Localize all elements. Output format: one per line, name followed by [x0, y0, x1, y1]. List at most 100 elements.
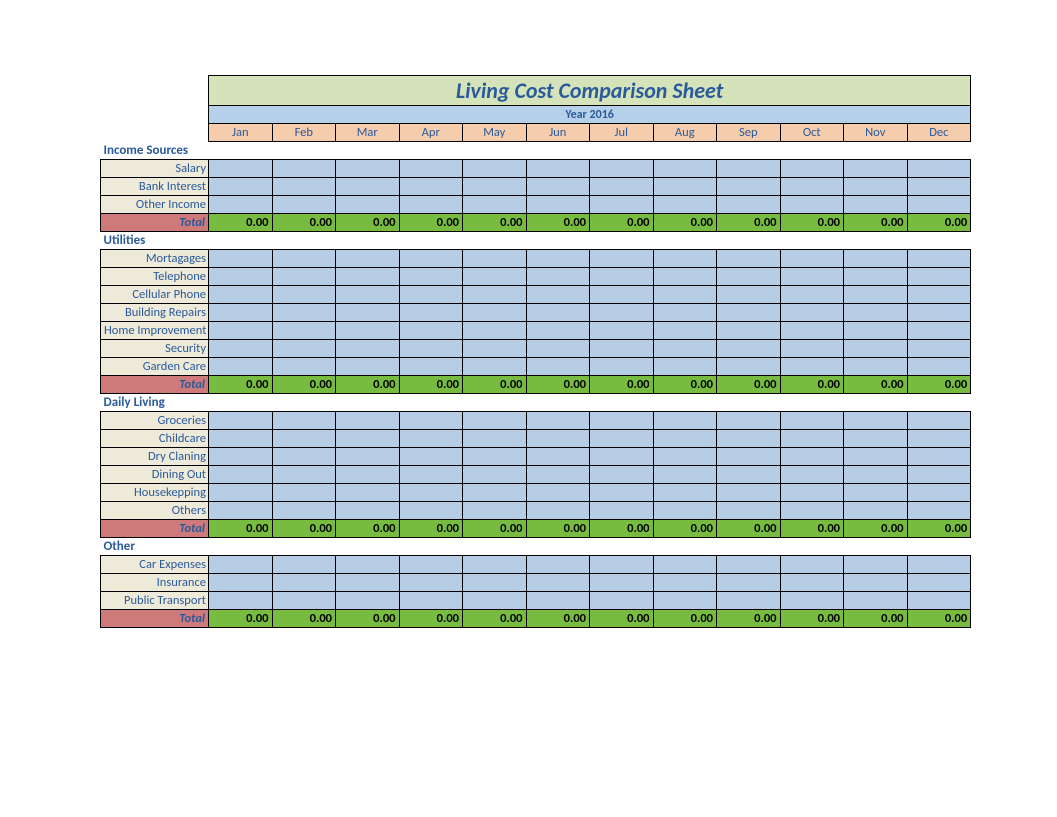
data-cell[interactable] [272, 286, 336, 304]
data-cell[interactable] [590, 196, 654, 214]
data-cell[interactable] [590, 250, 654, 268]
data-cell[interactable] [844, 466, 908, 484]
data-cell[interactable] [590, 448, 654, 466]
data-cell[interactable] [717, 484, 781, 502]
data-cell[interactable] [907, 430, 971, 448]
data-cell[interactable] [717, 430, 781, 448]
data-cell[interactable] [907, 574, 971, 592]
data-cell[interactable] [209, 196, 273, 214]
data-cell[interactable] [399, 268, 463, 286]
data-cell[interactable] [844, 160, 908, 178]
data-cell[interactable] [717, 412, 781, 430]
data-cell[interactable] [653, 196, 717, 214]
data-cell[interactable] [717, 250, 781, 268]
data-cell[interactable] [844, 196, 908, 214]
data-cell[interactable] [209, 466, 273, 484]
data-cell[interactable] [780, 268, 844, 286]
data-cell[interactable] [717, 358, 781, 376]
data-cell[interactable] [209, 160, 273, 178]
data-cell[interactable] [653, 286, 717, 304]
data-cell[interactable] [272, 448, 336, 466]
data-cell[interactable] [336, 556, 400, 574]
data-cell[interactable] [463, 340, 527, 358]
data-cell[interactable] [844, 448, 908, 466]
data-cell[interactable] [653, 340, 717, 358]
data-cell[interactable] [844, 304, 908, 322]
data-cell[interactable] [209, 448, 273, 466]
data-cell[interactable] [907, 322, 971, 340]
data-cell[interactable] [780, 556, 844, 574]
data-cell[interactable] [907, 268, 971, 286]
data-cell[interactable] [844, 268, 908, 286]
data-cell[interactable] [272, 358, 336, 376]
data-cell[interactable] [590, 502, 654, 520]
data-cell[interactable] [526, 178, 590, 196]
data-cell[interactable] [907, 592, 971, 610]
data-cell[interactable] [336, 178, 400, 196]
data-cell[interactable] [526, 304, 590, 322]
data-cell[interactable] [209, 556, 273, 574]
data-cell[interactable] [336, 250, 400, 268]
data-cell[interactable] [336, 574, 400, 592]
data-cell[interactable] [717, 466, 781, 484]
data-cell[interactable] [590, 178, 654, 196]
data-cell[interactable] [526, 430, 590, 448]
data-cell[interactable] [272, 268, 336, 286]
data-cell[interactable] [717, 448, 781, 466]
data-cell[interactable] [844, 592, 908, 610]
data-cell[interactable] [526, 412, 590, 430]
data-cell[interactable] [399, 340, 463, 358]
data-cell[interactable] [590, 484, 654, 502]
data-cell[interactable] [653, 466, 717, 484]
data-cell[interactable] [209, 268, 273, 286]
data-cell[interactable] [526, 358, 590, 376]
data-cell[interactable] [590, 340, 654, 358]
data-cell[interactable] [272, 502, 336, 520]
data-cell[interactable] [526, 250, 590, 268]
data-cell[interactable] [653, 250, 717, 268]
data-cell[interactable] [399, 466, 463, 484]
data-cell[interactable] [463, 304, 527, 322]
data-cell[interactable] [399, 196, 463, 214]
data-cell[interactable] [272, 196, 336, 214]
data-cell[interactable] [399, 322, 463, 340]
data-cell[interactable] [272, 304, 336, 322]
data-cell[interactable] [780, 250, 844, 268]
data-cell[interactable] [590, 304, 654, 322]
data-cell[interactable] [463, 250, 527, 268]
data-cell[interactable] [907, 556, 971, 574]
data-cell[interactable] [526, 556, 590, 574]
data-cell[interactable] [209, 592, 273, 610]
data-cell[interactable] [590, 430, 654, 448]
data-cell[interactable] [653, 304, 717, 322]
data-cell[interactable] [907, 304, 971, 322]
data-cell[interactable] [907, 448, 971, 466]
data-cell[interactable] [399, 484, 463, 502]
data-cell[interactable] [717, 502, 781, 520]
data-cell[interactable] [526, 286, 590, 304]
data-cell[interactable] [272, 556, 336, 574]
data-cell[interactable] [780, 430, 844, 448]
data-cell[interactable] [844, 178, 908, 196]
data-cell[interactable] [526, 268, 590, 286]
data-cell[interactable] [590, 466, 654, 484]
data-cell[interactable] [336, 466, 400, 484]
data-cell[interactable] [844, 502, 908, 520]
data-cell[interactable] [844, 340, 908, 358]
data-cell[interactable] [399, 160, 463, 178]
data-cell[interactable] [780, 286, 844, 304]
data-cell[interactable] [463, 322, 527, 340]
data-cell[interactable] [336, 358, 400, 376]
data-cell[interactable] [653, 574, 717, 592]
data-cell[interactable] [717, 160, 781, 178]
data-cell[interactable] [844, 286, 908, 304]
data-cell[interactable] [590, 412, 654, 430]
data-cell[interactable] [653, 592, 717, 610]
data-cell[interactable] [653, 430, 717, 448]
data-cell[interactable] [463, 574, 527, 592]
data-cell[interactable] [336, 196, 400, 214]
data-cell[interactable] [653, 448, 717, 466]
data-cell[interactable] [653, 160, 717, 178]
data-cell[interactable] [272, 178, 336, 196]
data-cell[interactable] [272, 574, 336, 592]
